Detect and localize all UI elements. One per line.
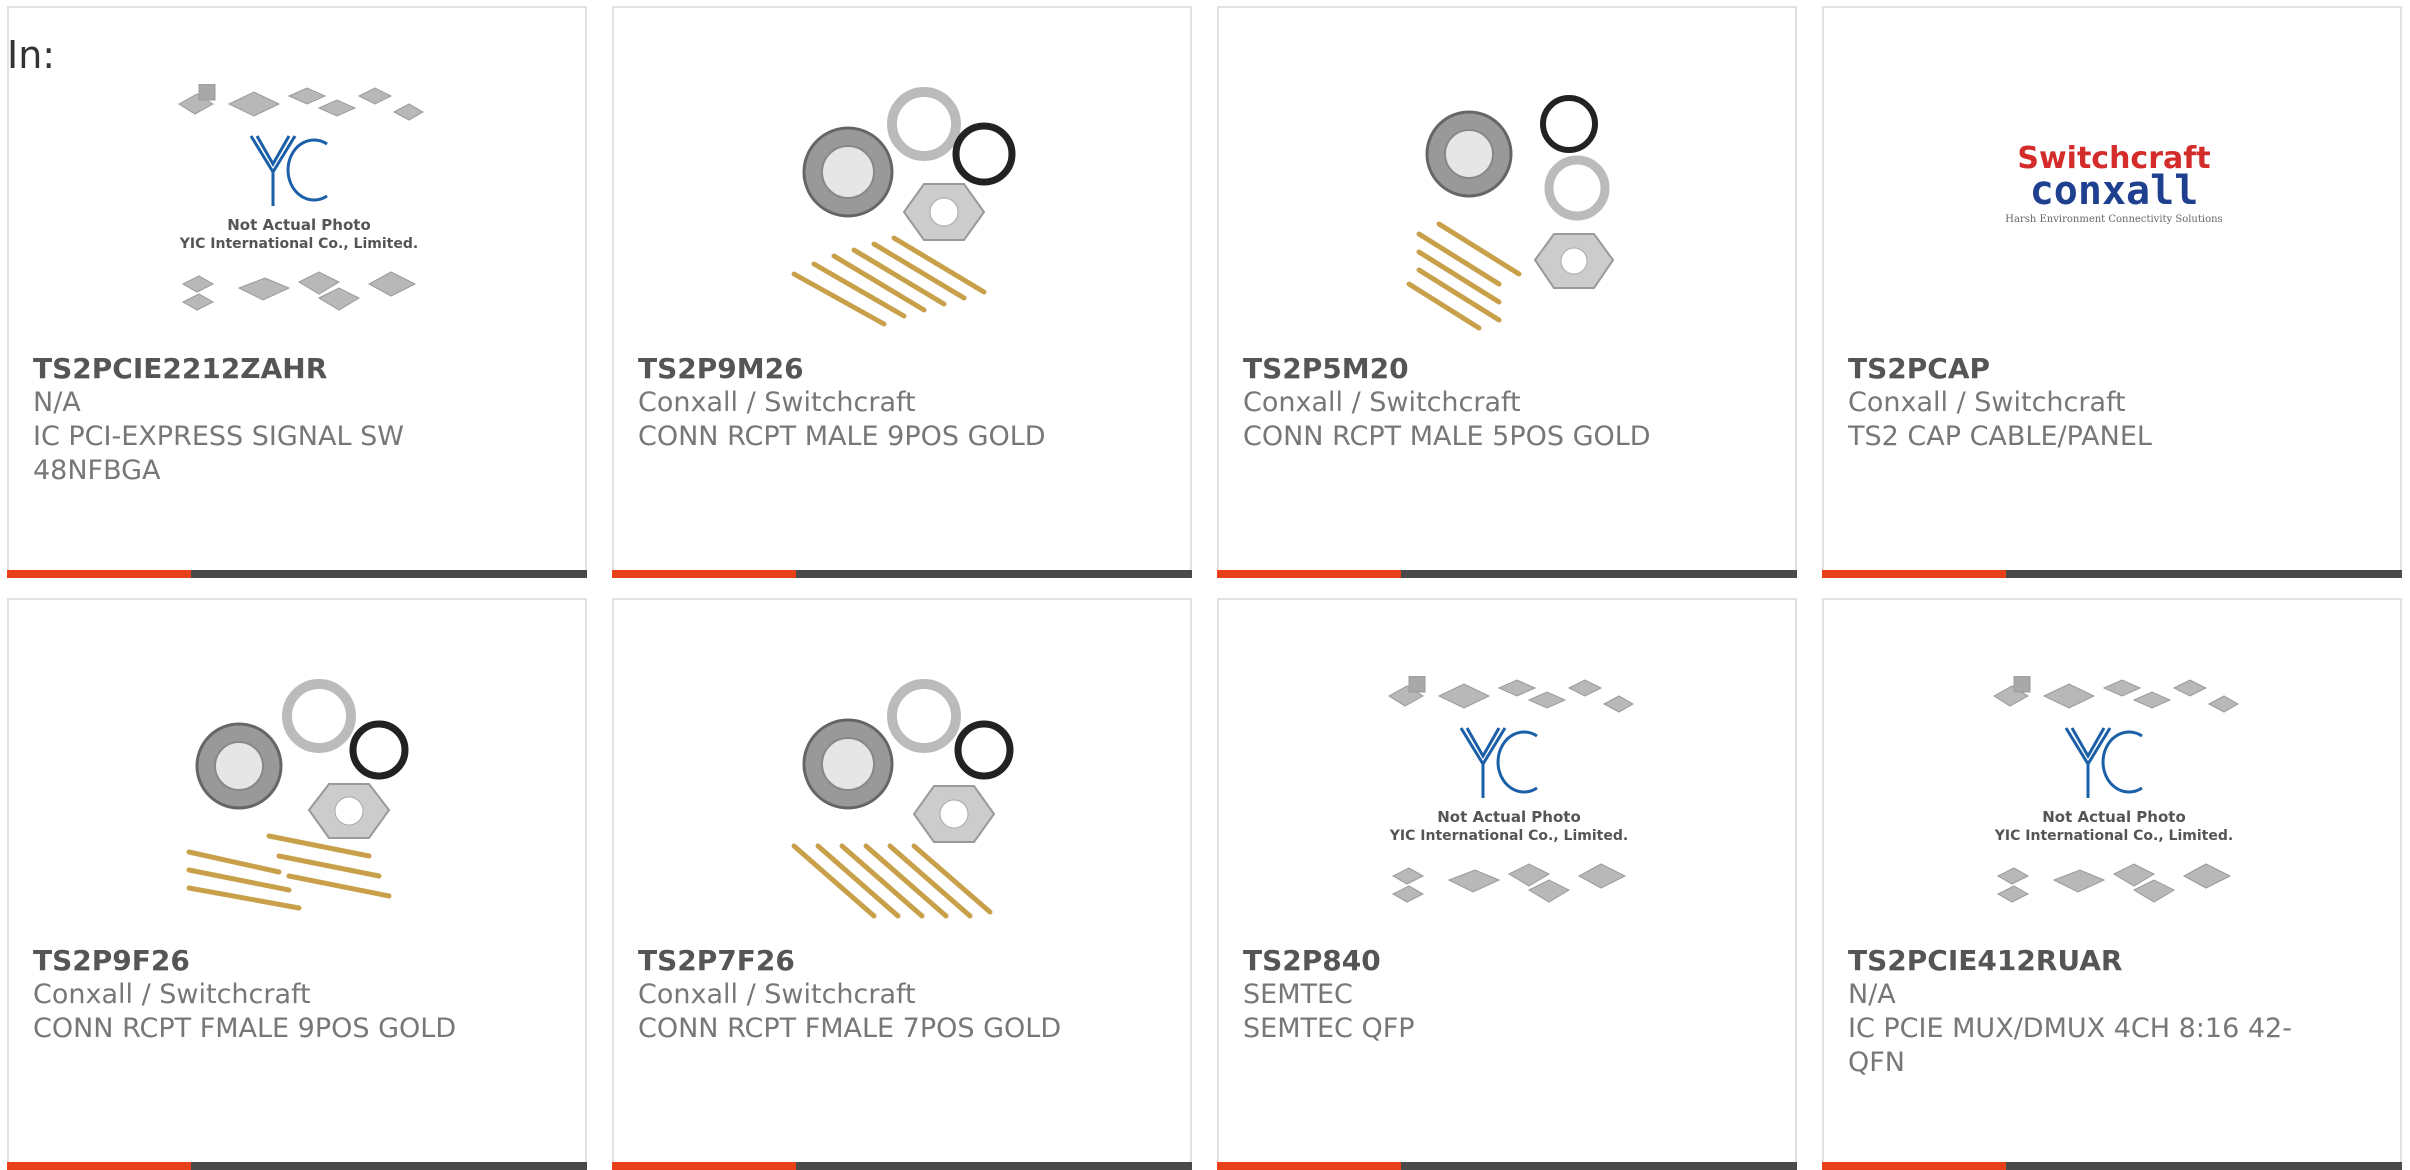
- card-accent: [612, 1162, 796, 1170]
- image-caption: YIC International Co., Limited.: [179, 236, 418, 252]
- manufacturer: N/A: [33, 387, 81, 418]
- product-card[interactable]: TS2P5M20 Conxall / Switchcraft CONN RCPT…: [1217, 6, 1797, 578]
- description: CONN RCPT FMALE 9POS GOLD: [33, 1013, 457, 1044]
- connector-kit-image: [791, 87, 1016, 327]
- logo-tagline: Harsh Environment Connectivity Solutions: [2005, 214, 2222, 225]
- product-card[interactable]: Not Actual Photo YIC International Co., …: [1822, 598, 2402, 1170]
- part-number[interactable]: TS2P7F26: [638, 944, 1108, 978]
- description: IC PCIE MUX/DMUX 4CH 8:16 42-QFN: [1848, 1013, 2292, 1078]
- product-info: TS2P7F26 Conxall / Switchcraft CONN RCPT…: [638, 944, 1108, 1046]
- card-footer-bar: [612, 1162, 1192, 1170]
- product-card[interactable]: Switchcraft conxall Harsh Environment Co…: [1822, 6, 2402, 578]
- connector-kit-image: [1406, 95, 1615, 331]
- manufacturer: SEMTEC: [1243, 979, 1353, 1010]
- description: CONN RCPT FMALE 7POS GOLD: [638, 1013, 1062, 1044]
- product-info: TS2P5M20 Conxall / Switchcraft CONN RCPT…: [1243, 352, 1713, 454]
- card-footer-bar: [1217, 1162, 1797, 1170]
- card-accent: [1822, 570, 2006, 578]
- card-footer-bar: [612, 570, 1192, 578]
- part-number[interactable]: TS2P840: [1243, 944, 1713, 978]
- image-caption: YIC International Co., Limited.: [1994, 828, 2233, 844]
- product-info: TS2P840 SEMTEC SEMTEC QFP: [1243, 944, 1713, 1046]
- card-accent: [1217, 1162, 1401, 1170]
- product-card[interactable]: TS2P7F26 Conxall / Switchcraft CONN RCPT…: [612, 598, 1192, 1170]
- card-footer-bar: [7, 570, 587, 578]
- connector-kit-image: [791, 679, 1014, 919]
- part-number[interactable]: TS2PCIE2212ZAHR: [33, 352, 503, 386]
- product-card[interactable]: TS2P9M26 Conxall / Switchcraft CONN RCPT…: [612, 6, 1192, 578]
- card-accent: [612, 570, 796, 578]
- product-card[interactable]: Not Actual Photo YIC International Co., …: [7, 6, 587, 578]
- card-accent: [1217, 570, 1401, 578]
- card-footer-bar: [1822, 1162, 2402, 1170]
- connector-kit-image: [186, 679, 409, 911]
- manufacturer: N/A: [1848, 979, 1896, 1010]
- image-caption: Not Actual Photo: [2042, 808, 2186, 826]
- card-accent: [1822, 1162, 2006, 1170]
- card-footer-bar: [7, 1162, 587, 1170]
- yic-placeholder-image: Not Actual Photo YIC International Co., …: [1388, 676, 1635, 903]
- part-number[interactable]: TS2PCIE412RUAR: [1848, 944, 2318, 978]
- image-caption: Not Actual Photo: [227, 216, 371, 234]
- part-number[interactable]: TS2PCAP: [1848, 352, 2318, 386]
- product-grid: Not Actual Photo YIC International Co., …: [7, 6, 2405, 1170]
- yic-placeholder-image: Not Actual Photo YIC International Co., …: [1993, 676, 2240, 903]
- logo-line-conxall: conxall: [2030, 168, 2199, 214]
- product-info: TS2PCAP Conxall / Switchcraft TS2 CAP CA…: [1848, 352, 2318, 454]
- description: IC PCI-EXPRESS SIGNAL SW 48NFBGA: [33, 421, 404, 486]
- product-info: TS2PCIE412RUAR N/A IC PCIE MUX/DMUX 4CH …: [1848, 944, 2318, 1080]
- manufacturer: Conxall / Switchcraft: [1848, 387, 2126, 418]
- product-info: TS2P9M26 Conxall / Switchcraft CONN RCPT…: [638, 352, 1108, 454]
- manufacturer: Conxall / Switchcraft: [638, 979, 916, 1010]
- description: CONN RCPT MALE 9POS GOLD: [638, 421, 1046, 452]
- product-card[interactable]: TS2P9F26 Conxall / Switchcraft CONN RCPT…: [7, 598, 587, 1170]
- product-card[interactable]: Not Actual Photo YIC International Co., …: [1217, 598, 1797, 1170]
- image-caption: YIC International Co., Limited.: [1389, 828, 1628, 844]
- switchcraft-conxall-logo: Switchcraft conxall Harsh Environment Co…: [2005, 141, 2222, 225]
- part-number[interactable]: TS2P5M20: [1243, 352, 1713, 386]
- card-accent: [7, 570, 191, 578]
- manufacturer: Conxall / Switchcraft: [638, 387, 916, 418]
- description: TS2 CAP CABLE/PANEL: [1848, 421, 2152, 452]
- in-label: In:: [7, 33, 56, 77]
- part-number[interactable]: TS2P9F26: [33, 944, 503, 978]
- image-caption: Not Actual Photo: [1437, 808, 1581, 826]
- manufacturer: Conxall / Switchcraft: [1243, 387, 1521, 418]
- description: SEMTEC QFP: [1243, 1013, 1415, 1044]
- yic-placeholder-image: Not Actual Photo YIC International Co., …: [178, 84, 425, 311]
- manufacturer: Conxall / Switchcraft: [33, 979, 311, 1010]
- part-number[interactable]: TS2P9M26: [638, 352, 1108, 386]
- product-info: TS2P9F26 Conxall / Switchcraft CONN RCPT…: [33, 944, 503, 1046]
- description: CONN RCPT MALE 5POS GOLD: [1243, 421, 1651, 452]
- card-footer-bar: [1822, 570, 2402, 578]
- card-accent: [7, 1162, 191, 1170]
- card-footer-bar: [1217, 570, 1797, 578]
- product-info: TS2PCIE2212ZAHR N/A IC PCI-EXPRESS SIGNA…: [33, 352, 503, 488]
